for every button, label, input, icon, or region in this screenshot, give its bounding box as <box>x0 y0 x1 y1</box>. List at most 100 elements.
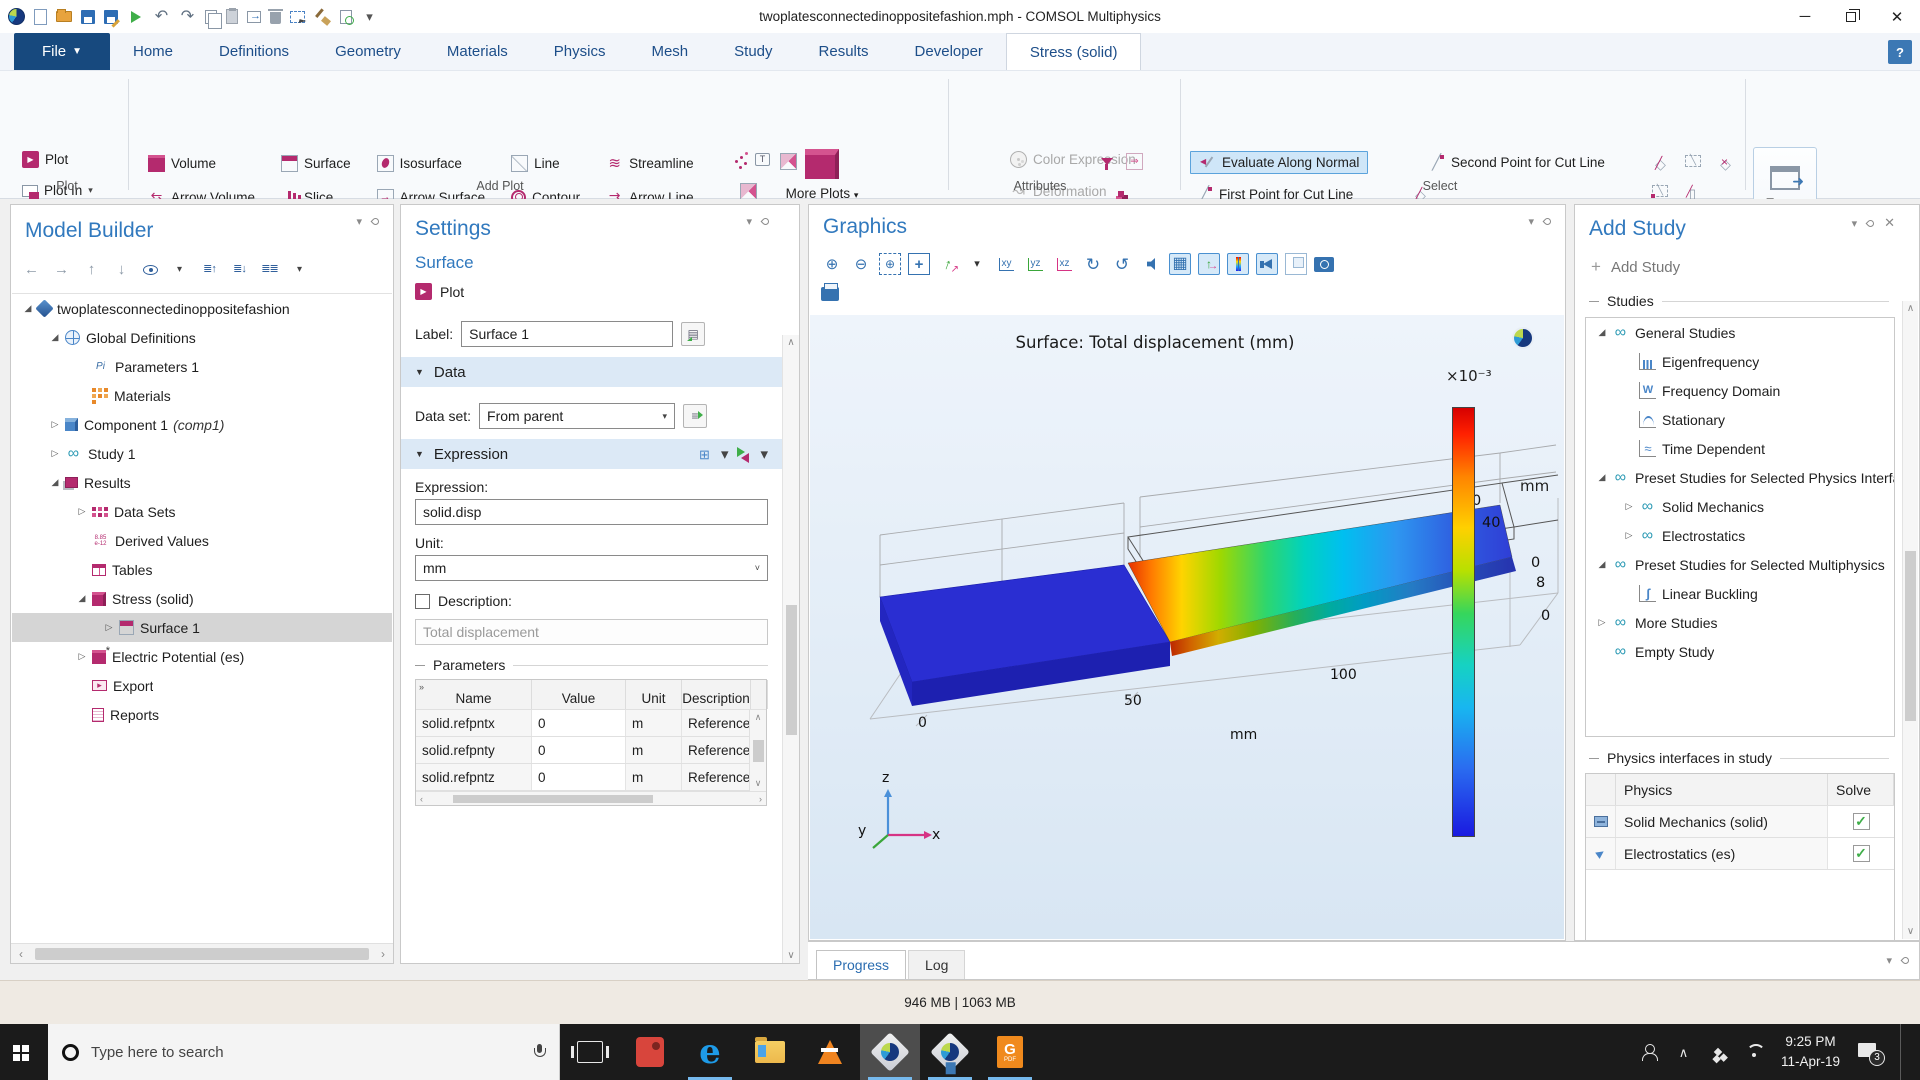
parameter-row[interactable]: solid.refpnty 0 m Reference <box>416 737 766 764</box>
tree-item-parameters[interactable]: Parameters 1 <box>12 352 392 381</box>
minimize-button[interactable]: ─ <box>1782 0 1828 33</box>
add-study-button[interactable]: + Add Study <box>1591 257 1680 277</box>
expander-icon[interactable]: ▷ <box>1619 501 1639 512</box>
table-vertical-scrollbar[interactable]: ∧∨ <box>749 710 766 791</box>
study-tree-item-study[interactable]: ◢ Preset Studies for Selected Multiphysi… <box>1586 550 1894 579</box>
show-icon[interactable] <box>143 265 158 275</box>
goto-source-button[interactable] <box>683 404 707 428</box>
study-tree-item-time-dependent[interactable]: Time Dependent <box>1586 434 1894 463</box>
expression-input[interactable]: solid.disp <box>415 499 768 525</box>
tray-up-icon[interactable] <box>1675 1044 1692 1061</box>
solve-checkbox[interactable]: ✓ <box>1853 813 1870 830</box>
wifi-icon[interactable] <box>1745 1044 1763 1058</box>
pin-icon[interactable] <box>371 217 381 227</box>
scroll-right-icon[interactable]: › <box>373 947 393 961</box>
paste-icon[interactable] <box>226 9 238 24</box>
ribbon-tab[interactable]: Developer <box>892 33 1006 70</box>
ribbon-tab[interactable]: Stress (solid) <box>1006 33 1142 70</box>
filter-icon[interactable] <box>1098 153 1115 170</box>
cut-plane-icon[interactable] <box>1652 155 1669 172</box>
settings-vertical-scrollbar[interactable]: ∧ ∨ <box>782 335 799 963</box>
dataset-select[interactable]: From parent▾ <box>479 403 675 429</box>
panel-menu-icon[interactable]: ▾ <box>1528 215 1534 228</box>
tree-item-results[interactable]: ◢ Results <box>12 468 392 497</box>
table-horizontal-scrollbar[interactable]: ‹› <box>416 791 766 805</box>
tree-item-export-node[interactable]: Export <box>12 671 392 700</box>
add-plot-button-volume[interactable]: Volume <box>148 155 255 172</box>
bottom-tab[interactable]: Log <box>908 950 965 979</box>
transparency-icon[interactable] <box>1285 253 1307 275</box>
tree-item-plot-group-3d-star[interactable]: ▷ Electric Potential (es) <box>12 642 392 671</box>
zoom-extents-icon[interactable] <box>908 253 930 275</box>
tree-item-derived-values[interactable]: Derived Values <box>12 526 392 555</box>
ribbon-tab[interactable]: Geometry <box>312 33 424 70</box>
parameter-row[interactable]: solid.refpntz 0 m Reference <box>416 764 766 791</box>
speaker-icon[interactable] <box>1256 253 1278 275</box>
add-plot-button-line[interactable]: Line <box>511 155 580 172</box>
ribbon-tab[interactable]: Study <box>711 33 795 70</box>
taskbar-clock[interactable]: 9:25 PM 11-Apr-19 <box>1781 1032 1840 1071</box>
unit-select[interactable]: mm˅ <box>415 555 768 581</box>
taskbar-app-red-app[interactable] <box>620 1024 680 1080</box>
save-as-icon[interactable] <box>104 10 118 24</box>
tree-options-icon[interactable] <box>261 261 278 278</box>
comsol-logo-icon[interactable] <box>8 8 25 25</box>
plot-arrows-icon[interactable] <box>736 447 752 461</box>
tree-item-reports[interactable]: Reports <box>12 700 392 729</box>
print-icon[interactable] <box>821 287 839 301</box>
collapse-all-icon[interactable] <box>201 261 218 278</box>
histogram-icon[interactable] <box>740 183 757 200</box>
taskbar-app-task-view[interactable] <box>560 1024 620 1080</box>
settings-plot-button[interactable]: Plot <box>415 283 464 300</box>
taskbar-search[interactable]: Type here to search <box>48 1024 560 1080</box>
new-file-icon[interactable] <box>34 9 47 25</box>
open-folder-icon[interactable] <box>56 11 72 22</box>
expander-icon[interactable]: ◢ <box>45 332 65 343</box>
add-plot-button-surface[interactable]: Surface <box>281 155 351 172</box>
expand-all-icon[interactable] <box>231 261 248 278</box>
expander-icon[interactable]: ▷ <box>45 448 65 459</box>
expander-icon[interactable]: ◢ <box>45 477 65 488</box>
taskbar-app-file-explorer[interactable] <box>740 1024 800 1080</box>
select-box-dot-icon[interactable] <box>1652 185 1668 197</box>
view-dropdown-icon[interactable] <box>966 253 988 275</box>
snapshot-icon[interactable] <box>1314 257 1334 272</box>
clean-model-icon[interactable] <box>314 8 331 25</box>
label-input[interactable]: Surface 1 <box>461 321 673 347</box>
physics-row-solid-mechanics[interactable]: Solid Mechanics (solid) ✓ <box>1586 806 1894 838</box>
show-desktop-button[interactable] <box>1900 1024 1906 1080</box>
marker-icon[interactable] <box>1126 153 1143 170</box>
ribbon-tab[interactable]: Materials <box>424 33 531 70</box>
ribbon-tab[interactable]: Definitions <box>196 33 312 70</box>
chevron-down-icon[interactable]: ▾ <box>721 445 729 463</box>
expander-icon[interactable]: ◢ <box>1592 472 1612 483</box>
add-plot-button-streamline[interactable]: Streamline <box>606 155 694 172</box>
zoom-selection-icon[interactable] <box>340 10 352 24</box>
tree-item-data-sets[interactable]: ▷ Data Sets <box>12 497 392 526</box>
taskbar-app-vlc[interactable] <box>800 1024 860 1080</box>
run-icon[interactable] <box>127 8 144 25</box>
start-button[interactable] <box>0 1024 48 1080</box>
help-button[interactable]: ? <box>1888 40 1912 64</box>
undo-icon[interactable] <box>153 8 170 25</box>
redo-icon[interactable] <box>179 8 196 25</box>
copy-icon[interactable] <box>205 10 217 24</box>
panel-menu-icon[interactable]: ▾ <box>356 215 362 228</box>
close-button[interactable]: ✕ <box>1874 0 1920 33</box>
dropbox-icon[interactable] <box>1710 1044 1727 1061</box>
expand-columns-icon[interactable]: » <box>419 682 424 692</box>
expander-icon[interactable]: ▷ <box>72 651 92 662</box>
expander-icon[interactable]: ◢ <box>72 593 92 604</box>
panel-menu-icon[interactable]: ▾ <box>1886 954 1892 967</box>
grid-icon[interactable] <box>1169 253 1191 275</box>
restore-button[interactable] <box>1828 0 1874 33</box>
pin-icon[interactable] <box>1866 218 1876 228</box>
expander-icon[interactable]: ▷ <box>99 622 119 633</box>
expander-icon[interactable]: ▷ <box>45 419 65 430</box>
evaluate-along-normal-button[interactable]: Evaluate Along Normal <box>1190 151 1368 174</box>
add-plot-button-isosurface[interactable]: Isosurface <box>377 155 486 172</box>
study-tree-item-eigenfrequency[interactable]: Eigenfrequency <box>1586 347 1894 376</box>
zoom-in-icon[interactable] <box>821 253 843 275</box>
expander-icon[interactable]: ◢ <box>1592 327 1612 338</box>
taskbar-app-comsol-doc[interactable] <box>920 1024 980 1080</box>
